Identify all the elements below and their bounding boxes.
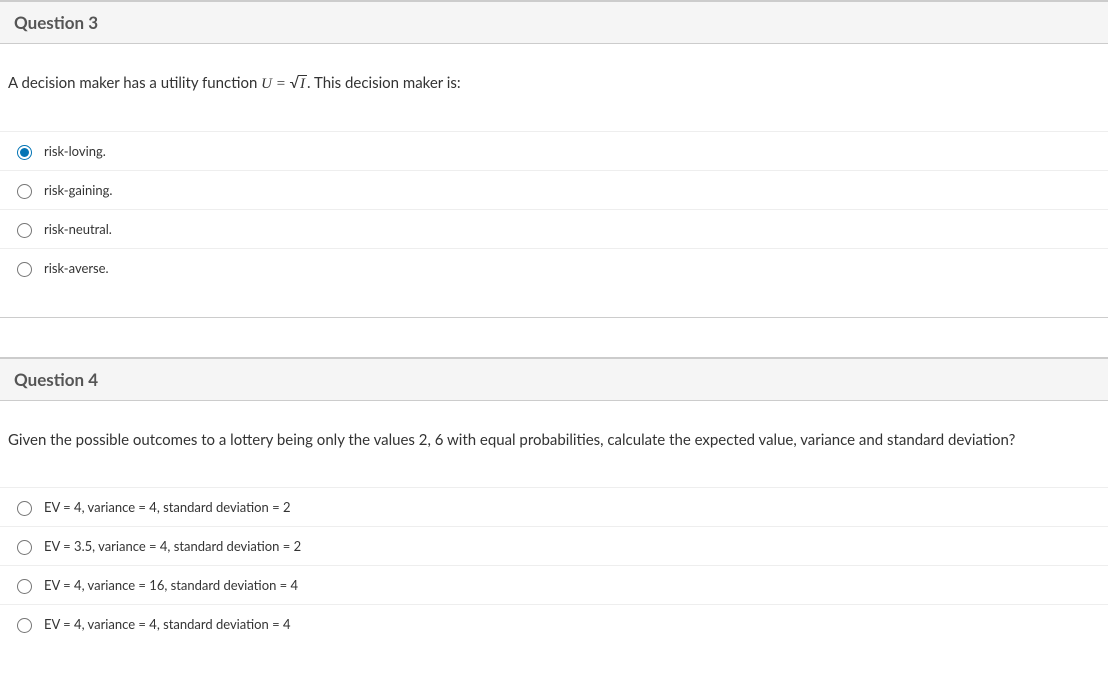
option-row[interactable]: EV = 4, variance = 16, standard deviatio… <box>0 565 1108 604</box>
option-label[interactable]: EV = 4, variance = 4, standard deviation… <box>44 499 291 515</box>
option-row[interactable]: risk-averse. <box>0 248 1108 287</box>
question-4-body: Given the possible outcomes to a lottery… <box>0 401 1108 459</box>
sqrt-icon: I <box>290 74 307 93</box>
option-label[interactable]: EV = 3.5, variance = 4, standard deviati… <box>44 538 301 554</box>
radio-q3-opt2[interactable] <box>17 184 32 199</box>
question-4-header: Question 4 <box>0 358 1108 401</box>
radio-q3-opt1[interactable] <box>17 145 32 160</box>
radio-q4-opt2[interactable] <box>17 540 32 555</box>
option-label[interactable]: risk-gaining. <box>44 182 112 198</box>
formula-lhs: U <box>261 76 272 92</box>
option-row[interactable]: EV = 4, variance = 4, standard deviation… <box>0 487 1108 526</box>
formula-eq: = <box>272 76 290 92</box>
option-row[interactable]: risk-gaining. <box>0 170 1108 209</box>
question-separator <box>0 317 1108 357</box>
question-3-block: Question 3 A decision maker has a utilit… <box>0 0 1108 287</box>
option-label[interactable]: EV = 4, variance = 4, standard deviation… <box>44 616 291 632</box>
question-3-body: A decision maker has a utility function … <box>0 44 1108 103</box>
option-label[interactable]: EV = 4, variance = 16, standard deviatio… <box>44 577 298 593</box>
question-3-text-prefix: A decision maker has a utility function <box>8 74 261 92</box>
option-row[interactable]: EV = 4, variance = 4, standard deviation… <box>0 604 1108 643</box>
question-4-text: Given the possible outcomes to a lottery… <box>8 431 1015 449</box>
option-label[interactable]: risk-loving. <box>44 143 106 159</box>
question-4-options: EV = 4, variance = 4, standard deviation… <box>0 487 1108 643</box>
question-3-header: Question 3 <box>0 1 1108 44</box>
radio-q3-opt4[interactable] <box>17 262 32 277</box>
radio-q4-opt1[interactable] <box>17 501 32 516</box>
option-label[interactable]: risk-neutral. <box>44 221 112 237</box>
option-label[interactable]: risk-averse. <box>44 260 109 276</box>
question-3-options: risk-loving. risk-gaining. risk-neutral.… <box>0 131 1108 287</box>
sqrt-argument: I <box>298 75 307 92</box>
radio-q3-opt3[interactable] <box>17 223 32 238</box>
question-4-block: Question 4 Given the possible outcomes t… <box>0 357 1108 643</box>
question-3-text-suffix: . This decision maker is: <box>307 74 461 92</box>
radio-q4-opt3[interactable] <box>17 579 32 594</box>
option-row[interactable]: risk-loving. <box>0 131 1108 170</box>
radio-q4-opt4[interactable] <box>17 618 32 633</box>
option-row[interactable]: risk-neutral. <box>0 209 1108 248</box>
option-row[interactable]: EV = 3.5, variance = 4, standard deviati… <box>0 526 1108 565</box>
